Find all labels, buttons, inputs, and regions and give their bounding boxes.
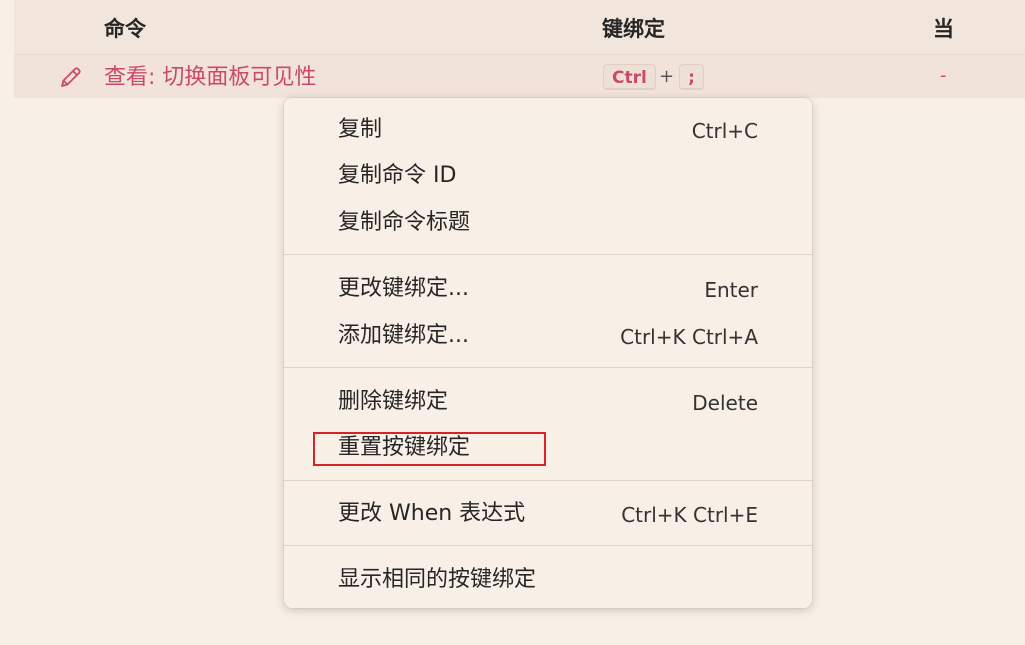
menu-separator — [284, 545, 812, 546]
column-header-command[interactable]: 命令 — [104, 16, 146, 42]
menu-item-label: 更改 When 表达式 — [338, 501, 526, 526]
column-header-keybinding[interactable]: 键绑定 — [602, 16, 665, 42]
menu-item-shortcut: Enter — [704, 278, 758, 302]
menu-item-label: 显示相同的按键绑定 — [338, 567, 537, 592]
menu-item-show-same-keybindings[interactable]: 显示相同的按键绑定 — [284, 560, 812, 600]
menu-separator — [284, 480, 812, 481]
menu-separator — [284, 254, 812, 255]
menu-item-copy-command-title[interactable]: 复制命令标题 — [284, 203, 812, 243]
menu-item-label: 复制命令标题 — [338, 210, 471, 235]
menu-item-change-when-expression[interactable]: 更改 When 表达式 Ctrl+K Ctrl+E — [284, 494, 812, 534]
pencil-edit-icon[interactable] — [56, 64, 84, 92]
menu-item-label: 复制命令 ID — [338, 163, 457, 188]
menu-item-label: 添加键绑定... — [338, 323, 469, 348]
keycap-semicolon: ; — [679, 64, 704, 90]
keycap-ctrl: Ctrl — [603, 64, 656, 90]
menu-item-shortcut: Ctrl+C — [691, 119, 758, 143]
menu-item-copy-command-id[interactable]: 复制命令 ID — [284, 156, 812, 196]
menu-item-label: 重置按键绑定 — [338, 435, 471, 460]
menu-item-shortcut: Delete — [692, 391, 758, 415]
menu-item-remove-keybinding[interactable]: 删除键绑定 Delete — [284, 382, 812, 422]
menu-item-label: 更改键绑定... — [338, 276, 469, 301]
when-value: - — [940, 65, 947, 86]
key-joiner-plus: + — [659, 66, 675, 87]
table-header: 命令 键绑定 当 — [14, 0, 1025, 55]
menu-item-shortcut: Ctrl+K Ctrl+E — [621, 503, 758, 527]
command-label: 查看: 切换面板可见性 — [104, 65, 317, 90]
menu-item-label: 复制 — [338, 117, 383, 142]
context-menu: 复制 Ctrl+C 复制命令 ID 复制命令标题 更改键绑定... Enter … — [284, 98, 812, 608]
menu-item-add-keybinding[interactable]: 添加键绑定... Ctrl+K Ctrl+A — [284, 316, 812, 356]
menu-item-shortcut: Ctrl+K Ctrl+A — [620, 325, 758, 349]
table-row[interactable]: 查看: 切换面板可见性 Ctrl + ; - — [14, 55, 1025, 98]
menu-item-label: 删除键绑定 — [338, 389, 449, 414]
column-header-when[interactable]: 当 — [933, 16, 954, 42]
menu-item-copy[interactable]: 复制 Ctrl+C — [284, 110, 812, 150]
menu-item-reset-keybinding[interactable]: 重置按键绑定 — [284, 428, 812, 468]
menu-separator — [284, 367, 812, 368]
menu-item-change-keybinding[interactable]: 更改键绑定... Enter — [284, 269, 812, 309]
